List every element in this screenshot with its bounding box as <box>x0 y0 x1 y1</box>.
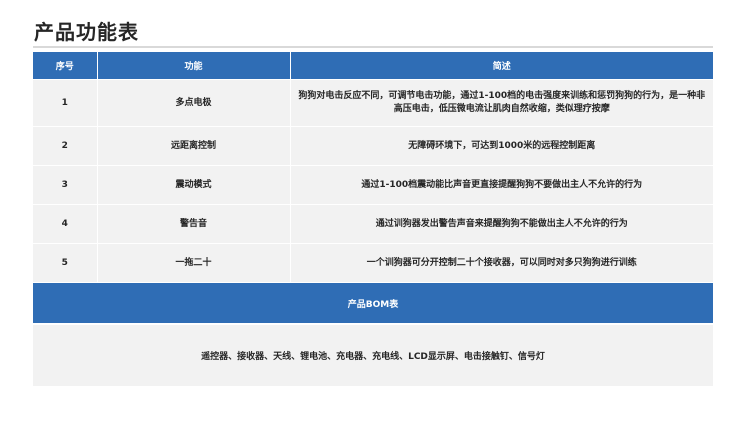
row-index: 1 <box>33 79 98 127</box>
row-desc: 无障碍环境下，可达到1000米的远程控制距离 <box>290 126 713 166</box>
row-index: 2 <box>33 126 98 166</box>
table-row: 1 多点电极 狗狗对电击反应不同，可调节电击功能，通过1-100档的电击强度来训… <box>33 79 713 127</box>
row-feature: 远距离控制 <box>97 126 291 166</box>
row-desc: 通过训狗器发出警告声音来提醒狗狗不能做出主人不允许的行为 <box>290 204 713 244</box>
table-header-row: 序号 功能 简述 <box>33 52 713 80</box>
table-row: 3 震动模式 通过1-100档震动能比声音更直接提醒狗狗不要做出主人不允许的行为 <box>33 165 713 205</box>
row-feature: 一拖二十 <box>97 243 291 282</box>
row-desc: 通过1-100档震动能比声音更直接提醒狗狗不要做出主人不允许的行为 <box>290 165 713 205</box>
row-desc: 狗狗对电击反应不同，可调节电击功能，通过1-100档的电击强度来训练和惩罚狗狗的… <box>290 79 713 127</box>
page-title: 产品功能表 <box>34 20 139 44</box>
row-index: 3 <box>33 165 98 205</box>
row-feature: 震动模式 <box>97 165 291 205</box>
table-row: 2 远距离控制 无障碍环境下，可达到1000米的远程控制距离 <box>33 126 713 166</box>
feature-table: 序号 功能 简述 1 多点电极 狗狗对电击反应不同，可调节电击功能，通过1-10… <box>33 52 713 282</box>
bom-title: 产品BOM表 <box>33 283 713 323</box>
row-desc: 一个训狗器可分开控制二十个接收器，可以同时对多只狗狗进行训练 <box>290 243 713 282</box>
row-index: 4 <box>33 204 98 244</box>
row-index: 5 <box>33 243 98 282</box>
header-desc: 简述 <box>290 52 713 80</box>
row-feature: 多点电极 <box>97 79 291 127</box>
table-row: 5 一拖二十 一个训狗器可分开控制二十个接收器，可以同时对多只狗狗进行训练 <box>33 243 713 282</box>
table-row: 4 警告音 通过训狗器发出警告声音来提醒狗狗不能做出主人不允许的行为 <box>33 204 713 244</box>
header-feature: 功能 <box>97 52 291 80</box>
header-index: 序号 <box>33 52 98 80</box>
row-feature: 警告音 <box>97 204 291 244</box>
title-divider <box>33 46 713 48</box>
bom-content: 遥控器、接收器、天线、锂电池、充电器、充电线、LCD显示屏、电击接触钉、信号灯 <box>33 325 713 386</box>
